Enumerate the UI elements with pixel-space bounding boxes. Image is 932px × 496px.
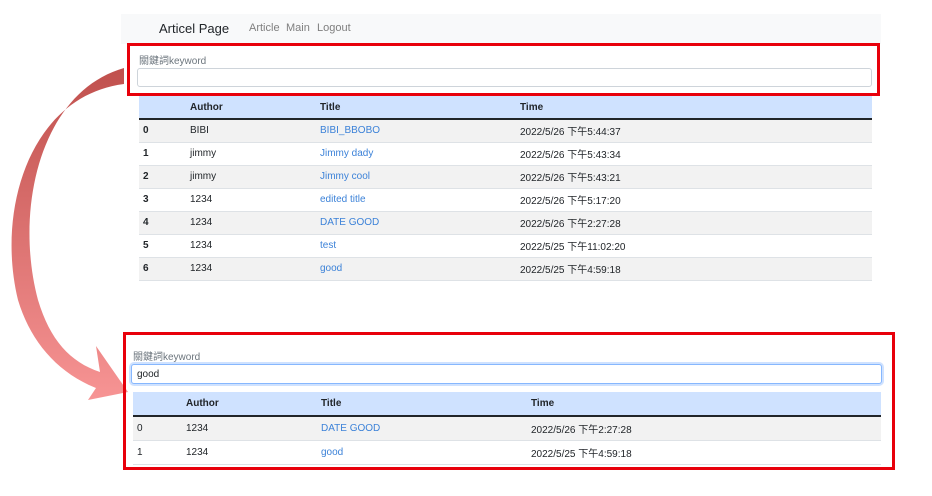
row-index: 2: [143, 171, 149, 182]
table-row: 1 jimmy Jimmy dady 2022/5/26 下午5:43:34: [139, 142, 872, 165]
row-author: 1234: [186, 422, 209, 434]
nav-link-main[interactable]: Main: [286, 22, 310, 34]
row-author: BIBI: [190, 125, 209, 137]
filtered-article-table: Author Title Time 0 1234 DATE GOOD 2022/…: [133, 392, 881, 465]
row-author: 1234: [190, 217, 213, 228]
column-header-title: Title: [316, 96, 516, 120]
row-time: 2022/5/25 下午4:59:18: [520, 265, 621, 276]
row-title-link[interactable]: good: [317, 440, 527, 464]
row-title-link[interactable]: BIBI_BBOBO: [316, 119, 516, 142]
table-header-row: Author Title Time: [133, 392, 881, 417]
row-author: 1234: [186, 446, 209, 458]
column-header-index: [139, 96, 186, 120]
navbar-brand[interactable]: Articel Page: [159, 21, 229, 36]
row-time: 2022/5/26 下午5:43:34: [520, 150, 621, 161]
row-author: jimmy: [190, 171, 217, 182]
table-row: 3 1234 edited title 2022/5/26 下午5:17:20: [139, 188, 872, 211]
table-row: 0 1234 DATE GOOD 2022/5/26 下午2:27:28: [133, 416, 881, 440]
row-time: 2022/5/26 下午5:44:37: [520, 127, 621, 139]
keyword-search-input[interactable]: [137, 68, 872, 87]
row-time: 2022/5/26 下午5:17:20: [520, 196, 621, 207]
column-header-time: Time: [516, 96, 872, 120]
row-title-link[interactable]: good: [316, 257, 516, 280]
keyword-label: 關鍵詞keyword: [139, 56, 207, 67]
row-index: 4: [143, 217, 149, 228]
table-row: 4 1234 DATE GOOD 2022/5/26 下午2:27:28: [139, 211, 872, 234]
keyword-search-input-filled[interactable]: [131, 364, 882, 384]
row-time: 2022/5/26 下午2:27:28: [520, 219, 621, 230]
row-time: 2022/5/26 下午2:27:28: [531, 424, 632, 436]
row-author: 1234: [190, 240, 213, 251]
row-index: 0: [137, 422, 143, 434]
article-table: Author Title Time 0 BIBI BIBI_BBOBO 2022…: [139, 96, 872, 281]
table-header-row: Author Title Time: [139, 96, 872, 120]
row-title-link[interactable]: DATE GOOD: [317, 416, 527, 440]
table-row: 2 jimmy Jimmy cool 2022/5/26 下午5:43:21: [139, 165, 872, 188]
column-header-time: Time: [527, 392, 881, 417]
row-index: 1: [137, 446, 143, 458]
row-index: 0: [143, 125, 149, 137]
row-time: 2022/5/25 下午11:02:20: [520, 242, 626, 253]
row-index: 5: [143, 240, 149, 251]
row-title-link[interactable]: DATE GOOD: [316, 211, 516, 234]
row-index: 3: [143, 194, 149, 205]
row-time: 2022/5/26 下午5:43:21: [520, 173, 621, 184]
row-title-link[interactable]: Jimmy cool: [316, 165, 516, 188]
column-header-author: Author: [186, 96, 316, 120]
row-index: 1: [143, 148, 149, 159]
row-index: 6: [143, 263, 149, 274]
row-author: 1234: [190, 263, 213, 274]
row-title-link[interactable]: Jimmy dady: [316, 142, 516, 165]
row-title-link[interactable]: edited title: [316, 188, 516, 211]
table-row: 1 1234 good 2022/5/25 下午4:59:18: [133, 440, 881, 464]
keyword-label: 關鍵詞keyword: [133, 352, 201, 363]
row-title-link[interactable]: test: [316, 234, 516, 257]
table-row: 6 1234 good 2022/5/25 下午4:59:18: [139, 257, 872, 280]
navbar: Articel Page Article Main Logout: [121, 14, 881, 44]
row-time: 2022/5/25 下午4:59:18: [531, 448, 632, 460]
nav-link-logout[interactable]: Logout: [317, 22, 351, 34]
row-author: jimmy: [190, 148, 217, 159]
table-row: 0 BIBI BIBI_BBOBO 2022/5/26 下午5:44:37: [139, 119, 872, 142]
nav-link-article[interactable]: Article: [249, 22, 280, 34]
column-header-title: Title: [317, 392, 527, 417]
column-header-index: [133, 392, 182, 417]
row-author: 1234: [190, 194, 213, 205]
column-header-author: Author: [182, 392, 317, 417]
table-row: 5 1234 test 2022/5/25 下午11:02:20: [139, 234, 872, 257]
